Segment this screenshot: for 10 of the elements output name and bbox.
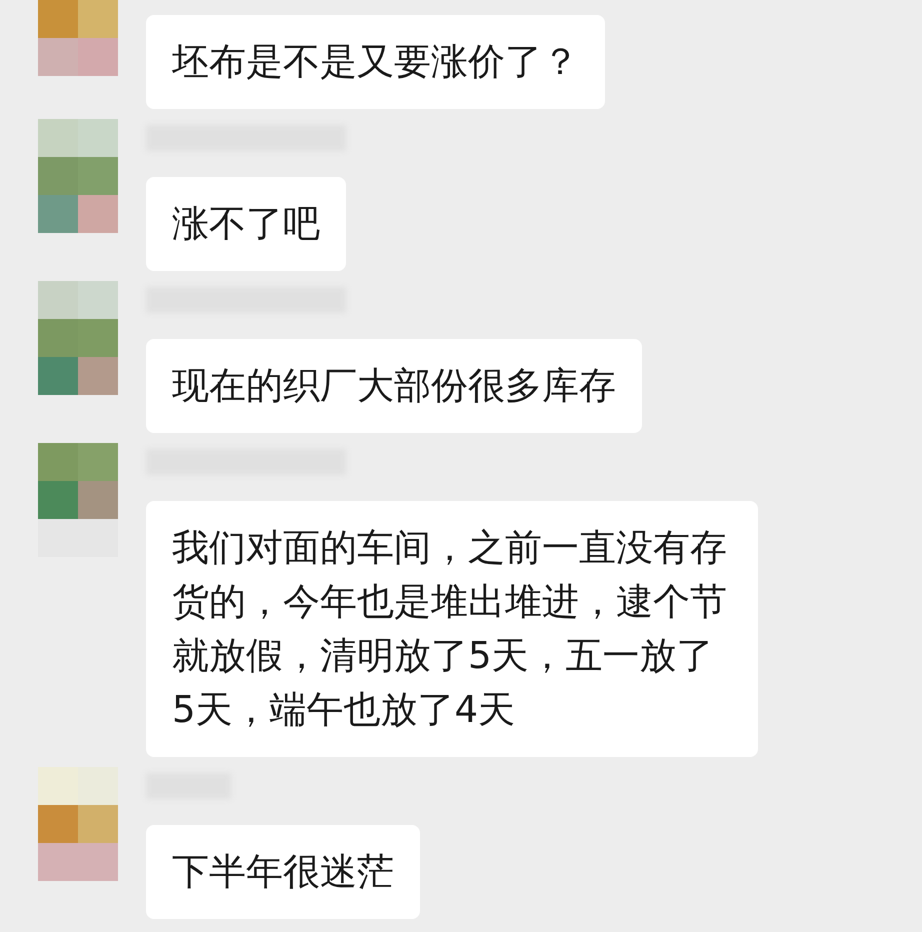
message-bubble: 下半年很迷茫 (146, 825, 420, 919)
message-bubble: 涨不了吧 (146, 177, 346, 271)
message-bubble: 我们对面的车间，之前一直没有存货的，今年也是堆出堆进，逮个节就放假，清明放了5天，五一放了5天，端午也放了4天 (146, 501, 758, 757)
message-bubble: 坯布是不是又要涨价了？ (146, 15, 605, 109)
message-bubble: 现在的织厂大部份很多库存 (146, 339, 642, 433)
pixelated-avatar-icon (38, 767, 118, 881)
pixelated-avatar-icon (38, 281, 118, 395)
pixelated-avatar-icon (38, 0, 118, 76)
pixelated-avatar-icon (38, 119, 118, 233)
pixelated-avatar-icon (38, 443, 118, 557)
